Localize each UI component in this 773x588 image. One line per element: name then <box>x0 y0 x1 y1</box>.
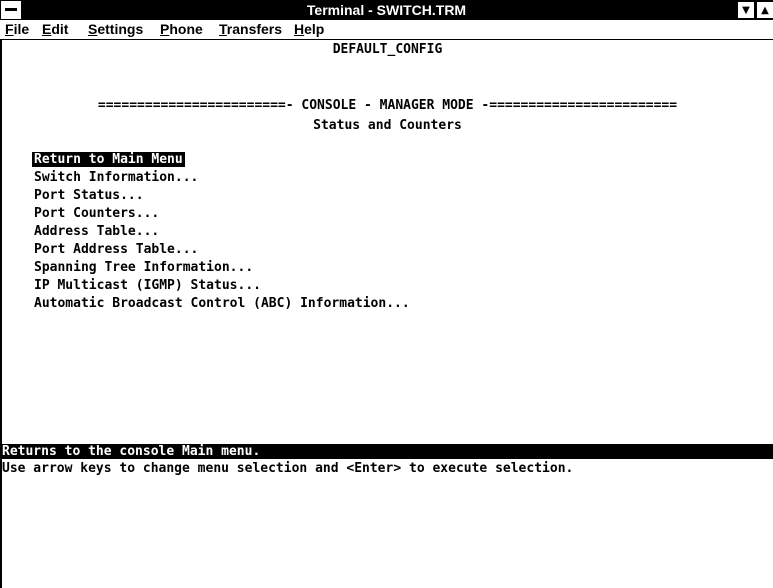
menu-item-return-main[interactable]: Return to Main Menu <box>32 152 185 167</box>
menu-item-switch-information[interactable]: Switch Information... <box>34 170 198 185</box>
mode-line: ========================- CONSOLE - MANA… <box>97 98 678 113</box>
menu-phone[interactable]: Phone <box>160 21 203 38</box>
window-edge <box>0 580 6 588</box>
screen-title: Status and Counters <box>313 118 462 133</box>
title-bar[interactable]: Terminal - SWITCH.TRM ▼ ▲ <box>0 0 773 20</box>
menu-item-port-counters[interactable]: Port Counters... <box>34 206 159 221</box>
menu-item-abc-information[interactable]: Automatic Broadcast Control (ABC) Inform… <box>34 296 410 311</box>
selected-item-label: Return to Main Menu <box>32 152 185 167</box>
minimize-button[interactable]: ▼ <box>737 1 755 19</box>
window-title: Terminal - SWITCH.TRM <box>306 2 467 18</box>
menu-help-accel: H <box>294 21 305 37</box>
terminal-screen[interactable]: DEFAULT_CONFIG ========================-… <box>0 40 773 588</box>
instructions-line: Use arrow keys to change menu selection … <box>2 461 574 476</box>
menu-item-port-status[interactable]: Port Status... <box>34 188 144 203</box>
menu-edit-accel: E <box>42 21 52 37</box>
menu-help-label: elp <box>304 21 325 37</box>
menu-file-accel: F <box>5 21 14 37</box>
menu-phone-label: hone <box>169 21 203 37</box>
menu-settings-accel: S <box>88 21 98 37</box>
menu-settings[interactable]: Settings <box>88 21 143 38</box>
help-text: Returns to the console Main menu. <box>2 444 261 459</box>
menu-item-ip-multicast[interactable]: IP Multicast (IGMP) Status... <box>34 278 261 293</box>
menu-edit[interactable]: Edit <box>42 21 68 38</box>
menu-edit-label: dit <box>51 21 69 37</box>
menu-item-spanning-tree[interactable]: Spanning Tree Information... <box>34 260 253 275</box>
menu-transfers-label: ransfers <box>226 21 283 37</box>
menu-file[interactable]: File <box>5 21 29 38</box>
menu-transfers-accel: T <box>219 21 227 37</box>
menu-help[interactable]: Help <box>294 21 324 38</box>
menu-bar: File Edit Settings Phone Transfers Help <box>0 20 773 40</box>
maximize-button[interactable]: ▲ <box>756 1 773 19</box>
help-bar: Returns to the console Main menu. <box>2 444 773 459</box>
menu-phone-accel: P <box>160 21 170 37</box>
menu-item-address-table[interactable]: Address Table... <box>34 224 159 239</box>
menu-settings-label: ettings <box>97 21 144 37</box>
config-name: DEFAULT_CONFIG <box>332 42 443 57</box>
menu-transfers[interactable]: Transfers <box>219 21 282 38</box>
terminal-window: Terminal - SWITCH.TRM ▼ ▲ File Edit Sett… <box>0 0 773 588</box>
menu-item-port-address-table[interactable]: Port Address Table... <box>34 242 198 257</box>
menu-file-label: ile <box>13 21 30 37</box>
